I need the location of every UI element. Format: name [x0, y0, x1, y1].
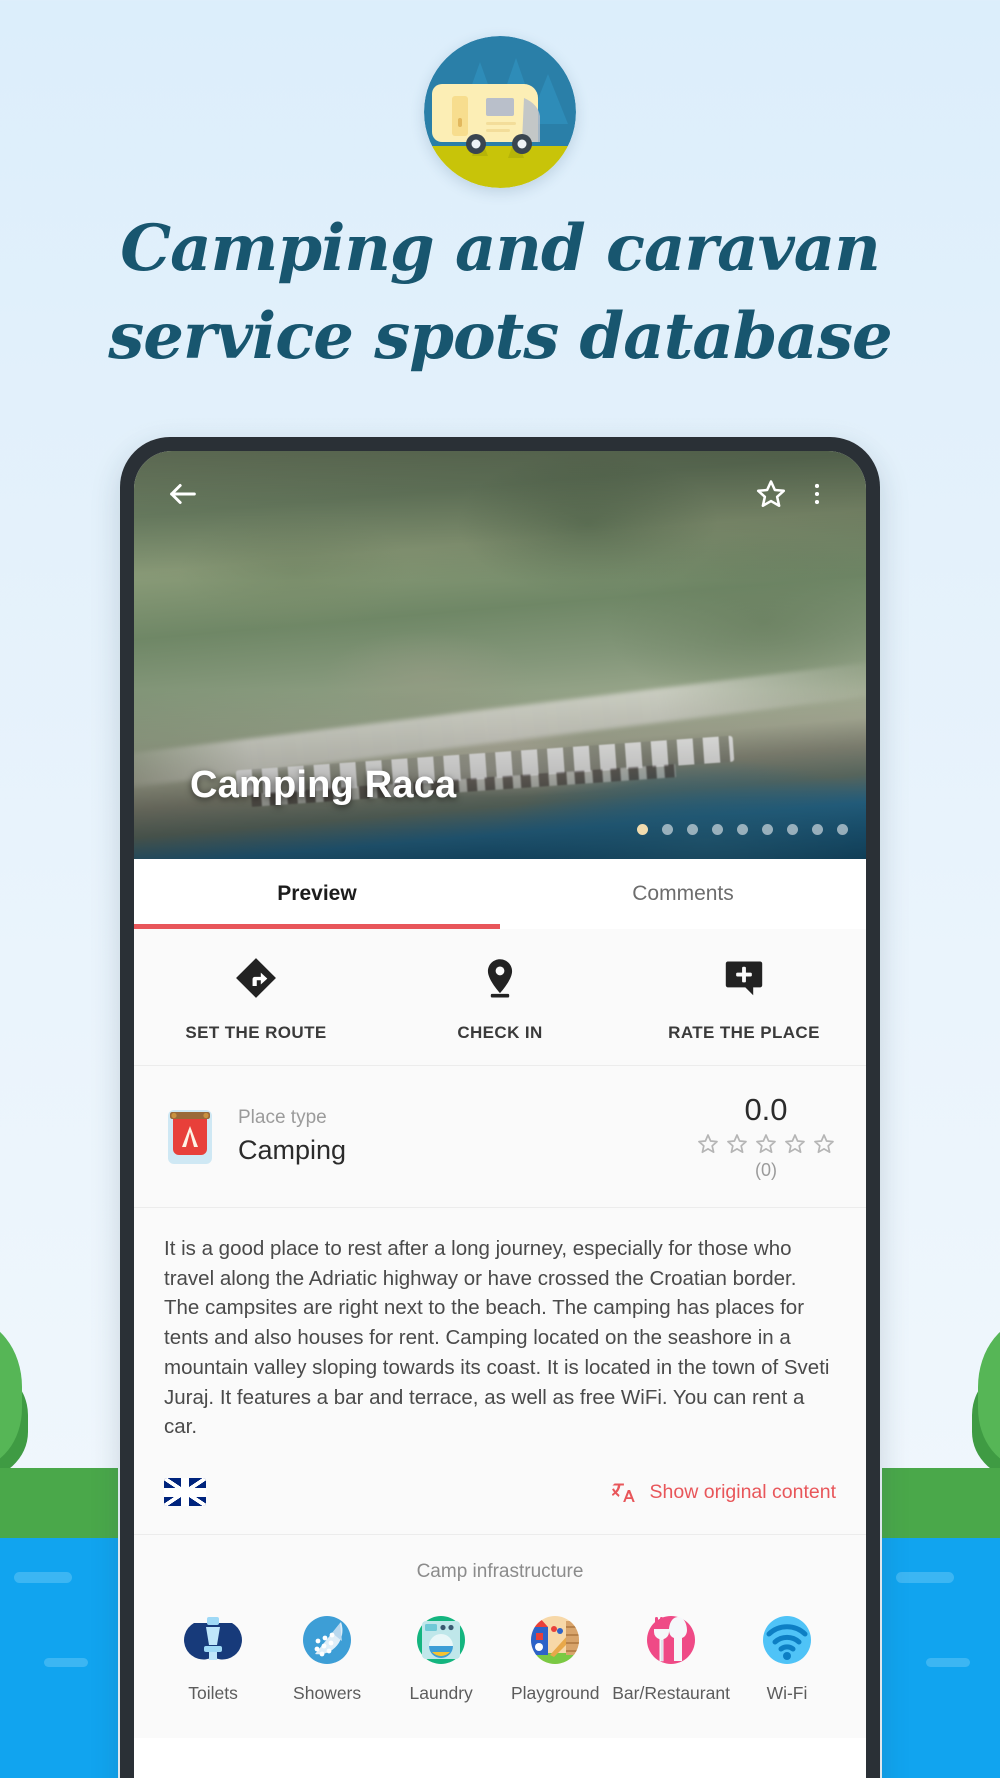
star-outline-icon[interactable]	[748, 471, 794, 517]
camping-shield-icon	[164, 1106, 216, 1168]
phone-screen: Camping Raca Preview Comments SET THE RO…	[134, 451, 866, 1778]
infrastructure-label: Showers	[293, 1683, 362, 1704]
star-outline-icon[interactable]	[696, 1132, 720, 1156]
laundry-icon	[410, 1609, 472, 1671]
infrastructure-item-laundry[interactable]: Laundry	[384, 1609, 498, 1704]
infrastructure-label: Bar/Restaurant	[612, 1683, 730, 1704]
arrow-back-icon[interactable]	[160, 471, 206, 517]
directions-icon	[233, 955, 279, 1006]
rate-place-label: RATE THE PLACE	[668, 1023, 820, 1042]
tab-comments[interactable]: Comments	[500, 859, 866, 929]
infrastructure-label: Playground	[510, 1683, 600, 1704]
add-comment-icon	[721, 955, 767, 1006]
restaurant-icon	[640, 1609, 702, 1671]
infrastructure-label: Toilets	[188, 1683, 238, 1704]
phone-mockup: Camping Raca Preview Comments SET THE RO…	[120, 437, 880, 1778]
tab-preview[interactable]: Preview	[134, 859, 500, 929]
show-original-label: Show original content	[649, 1480, 836, 1503]
infrastructure-label: Laundry	[409, 1683, 473, 1704]
pagination-dot[interactable]	[737, 824, 748, 835]
rating-count: (0)	[755, 1160, 777, 1180]
wifi-icon	[756, 1609, 818, 1671]
infrastructure-item-showers[interactable]: Showers	[270, 1609, 384, 1704]
hero-image: Camping Raca	[134, 451, 866, 859]
rating-block[interactable]: 0.0 (0)	[696, 1092, 836, 1181]
page-title: Camping and caravan service spots databa…	[0, 205, 1000, 382]
star-outline-icon[interactable]	[783, 1132, 807, 1156]
hero-toolbar	[134, 451, 866, 537]
description-text: It is a good place to rest after a long …	[164, 1237, 830, 1439]
headline-line-1: Camping and caravan	[120, 211, 881, 286]
check-in-button[interactable]: CHECK IN	[378, 955, 622, 1043]
uk-flag-icon	[164, 1478, 206, 1507]
pagination-dot[interactable]	[837, 824, 848, 835]
rate-place-button[interactable]: RATE THE PLACE	[622, 955, 866, 1043]
place-type-label: Place type	[238, 1107, 327, 1128]
description-section: It is a good place to rest after a long …	[134, 1208, 866, 1453]
infrastructure-item-wifi[interactable]: Wi-Fi	[730, 1609, 844, 1704]
pagination-dot[interactable]	[637, 824, 648, 835]
star-outline-icon[interactable]	[812, 1132, 836, 1156]
image-pagination-dots[interactable]	[637, 824, 848, 835]
description-footer: Show original content	[134, 1452, 866, 1536]
place-type-texts: Place type Camping	[238, 1107, 346, 1166]
pagination-dot[interactable]	[662, 824, 673, 835]
infrastructure-label: Wi-Fi	[766, 1683, 808, 1704]
place-type-row: Place type Camping 0.0 (0)	[134, 1066, 866, 1208]
grass-right	[882, 1468, 1000, 1538]
pagination-dot[interactable]	[687, 824, 698, 835]
app-icon-container	[0, 36, 1000, 188]
rating-score: 0.0	[744, 1092, 788, 1127]
camper-van-icon	[424, 36, 576, 188]
pagination-dot[interactable]	[812, 824, 823, 835]
headline-line-2: service spots database	[108, 299, 893, 375]
place-type-value: Camping	[238, 1135, 347, 1165]
infrastructure-item-bar-restaurant[interactable]: Bar/Restaurant	[612, 1609, 730, 1704]
action-bar: SET THE ROUTE CHECK IN RATE THE PLACE	[134, 929, 866, 1066]
toilet-icon	[182, 1609, 244, 1671]
pagination-dot[interactable]	[712, 824, 723, 835]
check-in-label: CHECK IN	[457, 1023, 543, 1042]
star-outline-icon[interactable]	[754, 1132, 778, 1156]
water-left	[0, 1538, 118, 1778]
infrastructure-section: Camp infrastructure Toilets Showers Laun…	[134, 1535, 866, 1739]
translate-icon	[611, 1483, 635, 1502]
set-route-button[interactable]: SET THE ROUTE	[134, 955, 378, 1043]
pagination-dot[interactable]	[762, 824, 773, 835]
location-pin-icon	[477, 955, 523, 1006]
rating-stars[interactable]	[696, 1132, 836, 1156]
infrastructure-grid: Toilets Showers Laundry Playground Bar/R…	[134, 1609, 866, 1704]
pagination-dot[interactable]	[787, 824, 798, 835]
infrastructure-title: Camp infrastructure	[416, 1561, 584, 1583]
place-name: Camping Raca	[190, 764, 457, 806]
detail-tabs: Preview Comments	[134, 859, 866, 929]
shower-icon	[296, 1609, 358, 1671]
more-vertical-icon[interactable]	[794, 471, 840, 517]
grass-left	[0, 1468, 118, 1538]
show-original-button[interactable]: Show original content	[611, 1479, 836, 1505]
water-right	[882, 1538, 1000, 1778]
playground-icon	[524, 1609, 586, 1671]
infrastructure-item-playground[interactable]: Playground	[498, 1609, 612, 1704]
set-route-label: SET THE ROUTE	[185, 1023, 327, 1042]
infrastructure-item-toilets[interactable]: Toilets	[156, 1609, 270, 1704]
star-outline-icon[interactable]	[725, 1132, 749, 1156]
